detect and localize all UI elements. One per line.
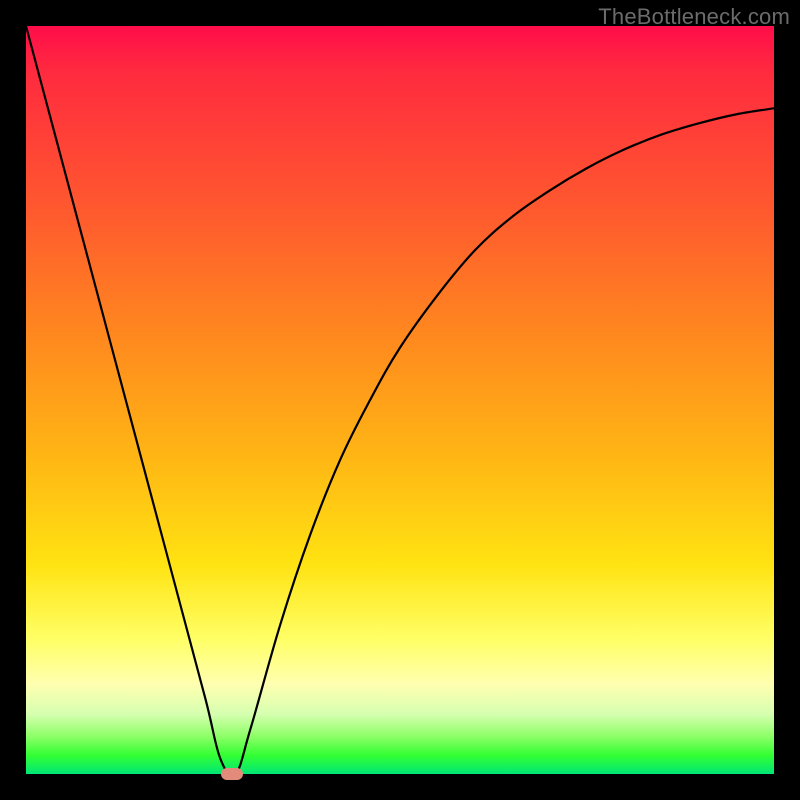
- minimum-marker: [221, 768, 243, 780]
- bottleneck-curve: [26, 26, 774, 774]
- plot-area: [26, 26, 774, 774]
- watermark-text: TheBottleneck.com: [598, 4, 790, 30]
- chart-frame: TheBottleneck.com: [0, 0, 800, 800]
